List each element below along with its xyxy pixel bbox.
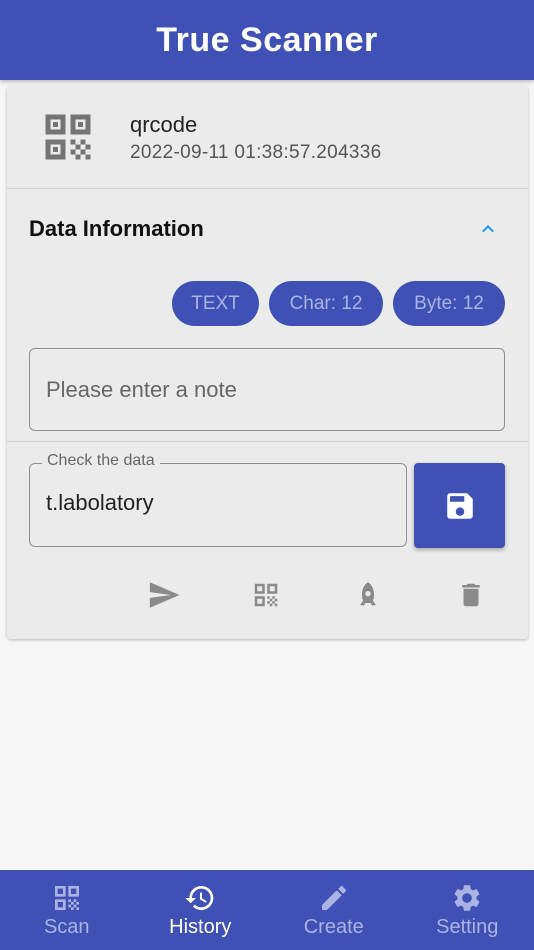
nav-create[interactable]: Create <box>267 870 401 950</box>
history-icon <box>185 886 214 910</box>
app-title: True Scanner <box>156 20 378 59</box>
section-title: Data Information <box>29 216 204 241</box>
nav-setting-label: Setting <box>436 916 499 938</box>
save-icon <box>446 492 473 519</box>
bottom-navigation: Scan History Create Setting <box>0 870 534 950</box>
nav-scan-label: Scan <box>43 916 90 938</box>
qrcode-icon <box>254 583 278 607</box>
nav-create-label: Create <box>303 916 364 938</box>
delete-icon <box>462 583 480 607</box>
send-icon <box>149 582 180 608</box>
chevron-up-icon[interactable] <box>476 217 500 241</box>
send-button[interactable] <box>147 578 181 612</box>
app-bar: True Scanner <box>0 0 534 80</box>
nav-scan[interactable]: Scan <box>0 870 134 950</box>
qrcode-icon <box>45 114 91 160</box>
note-input[interactable] <box>29 348 505 431</box>
rocket-icon <box>360 582 376 606</box>
launch-button[interactable] <box>351 578 385 612</box>
pencil-icon <box>321 885 346 910</box>
nav-setting[interactable]: Setting <box>401 870 534 950</box>
divider <box>7 441 528 442</box>
scan-datetime: 2022-09-11 01:38:57.204336 <box>130 142 382 163</box>
delete-button[interactable] <box>454 578 488 612</box>
nav-history-label: History <box>169 916 232 938</box>
qr-scan-icon <box>54 886 79 910</box>
char-count-chip: Char: 12 <box>269 281 383 326</box>
gear-icon <box>454 885 480 911</box>
divider <box>7 188 528 189</box>
data-type-chip: TEXT <box>172 281 259 326</box>
check-data-label: Check the data <box>42 452 160 470</box>
code-type-label: qrcode <box>130 112 198 137</box>
byte-count-chip: Byte: 12 <box>393 281 505 326</box>
save-button[interactable] <box>414 463 505 548</box>
generate-qr-button[interactable] <box>249 578 283 612</box>
check-data-field[interactable]: Check the data t.labolatory <box>29 452 407 547</box>
check-data-value[interactable]: t.labolatory <box>46 490 154 516</box>
history-item-header[interactable]: qrcode 2022-09-11 01:38:57.204336 <box>7 86 528 188</box>
history-card: qrcode 2022-09-11 01:38:57.204336 Data I… <box>7 86 528 639</box>
nav-history[interactable]: History <box>134 870 268 950</box>
